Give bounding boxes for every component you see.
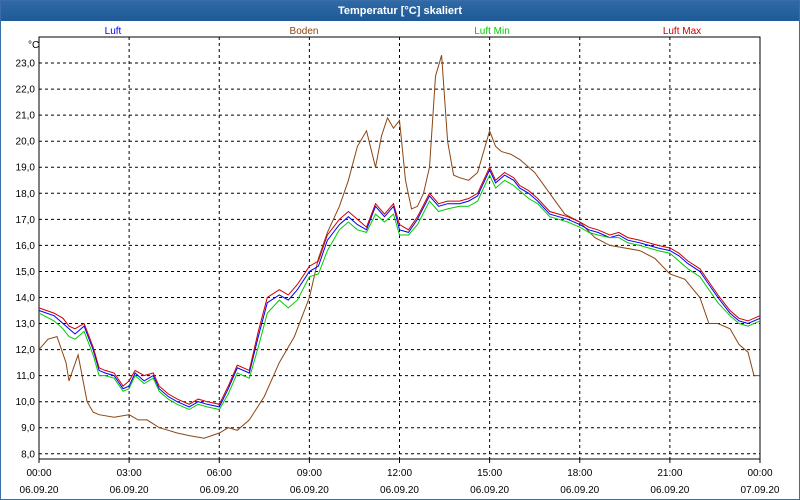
y-tick-label: 21,0 (16, 111, 36, 122)
x-tick-date: 06.09.20 (290, 485, 329, 496)
x-tick-time: 15:00 (477, 468, 502, 479)
y-tick-label: 9,0 (21, 423, 35, 434)
y-tick-label: 19,0 (16, 163, 36, 174)
y-tick-label: 14,0 (16, 293, 36, 304)
legend-entry: Boden (290, 26, 319, 37)
legend-entry: Luft Max (663, 26, 701, 37)
y-tick-label: 8,0 (21, 449, 35, 460)
legend-entry: Luft Min (474, 26, 510, 37)
y-tick-label: 16,0 (16, 241, 36, 252)
y-axis-label: °C (28, 40, 39, 51)
legend: Luft Boden Luft Min Luft Max (105, 26, 702, 37)
x-tick-date: 06.09.20 (200, 485, 239, 496)
y-tick-label: 10,0 (16, 397, 36, 408)
x-tick-time: 21:00 (657, 468, 682, 479)
x-tick-time: 03:00 (117, 468, 142, 479)
x-tick-time: 00:00 (747, 468, 772, 479)
x-tick-time: 06:00 (207, 468, 232, 479)
y-tick-label: 12,0 (16, 345, 36, 356)
y-tick-label: 18,0 (16, 189, 36, 200)
x-tick-time: 18:00 (567, 468, 592, 479)
x-tick-date: 06.09.20 (380, 485, 419, 496)
chart-grid (39, 37, 760, 459)
y-tick-label: 15,0 (16, 267, 36, 278)
y-tick-label: 11,0 (16, 371, 35, 382)
x-tick-date: 06.09.20 (20, 485, 59, 496)
y-tick-label: 23,0 (16, 59, 36, 70)
y-tick-label: 20,0 (16, 137, 36, 148)
y-tick-label: 17,0 (16, 215, 36, 226)
x-axis-ticks: 00:00 06.09.20 03:00 06.09.20 06:00 06.09.20 0… (20, 459, 780, 496)
legend-entry: Luft (105, 26, 122, 37)
x-tick-date: 06.09.20 (560, 485, 599, 496)
y-tick-label: 13,0 (16, 319, 36, 330)
y-axis-ticks: 8,0 9,0 10,0 11,0 12,0 13,0 14,0 15,0 16,0 17,0 18… (16, 59, 36, 461)
x-tick-date: 06.09.20 (650, 485, 689, 496)
y-tick-label: 22,0 (16, 85, 36, 96)
x-tick-time: 12:00 (387, 468, 412, 479)
x-tick-date: 06.09.20 (110, 485, 149, 496)
x-tick-time: 00:00 (26, 468, 51, 479)
chart: 8,0 9,0 10,0 11,0 12,0 13,0 14,0 15,0 16,0 17,0 18… (16, 26, 780, 496)
x-tick-date: 06.09.20 (470, 485, 509, 496)
x-tick-time: 09:00 (297, 468, 322, 479)
x-tick-date: 07.09.20 (741, 485, 780, 496)
